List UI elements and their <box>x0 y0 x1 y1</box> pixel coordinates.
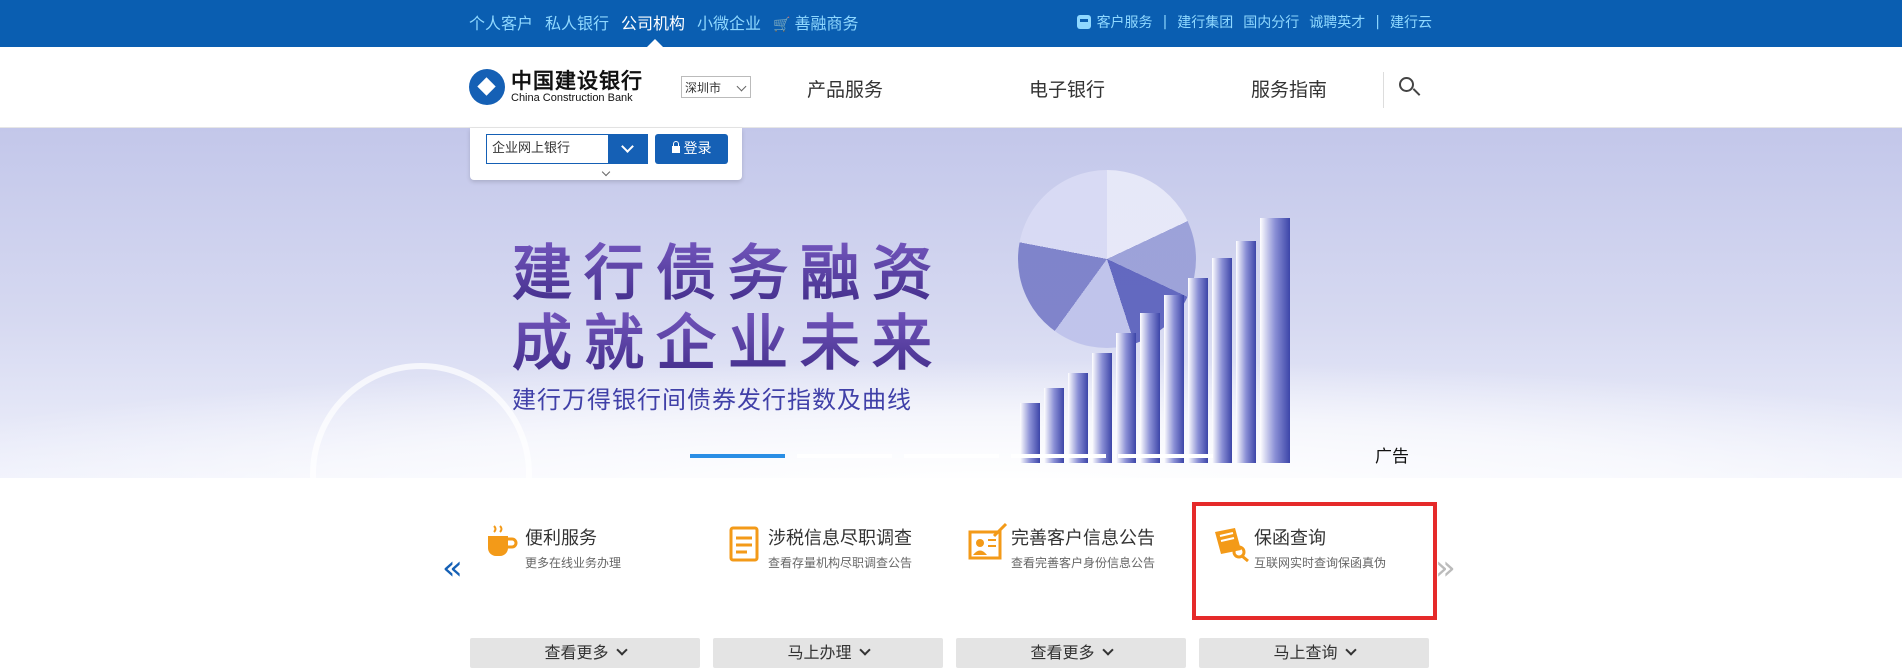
banner-swoosh <box>0 358 1902 478</box>
logo-text: 中国建设银行 China Construction Bank <box>511 70 643 104</box>
chevron-down-icon[interactable] <box>601 167 611 177</box>
nav-personal[interactable]: 个人客户 <box>469 10 533 34</box>
button-label: 查看更多 <box>544 643 609 662</box>
logo-name-cn: 中国建设银行 <box>511 69 643 93</box>
customer-service-label: 客户服务 <box>1096 15 1153 31</box>
document-icon <box>729 526 759 562</box>
cart-icon: 🛒 <box>773 17 791 33</box>
top-bar: 个人客户 私人银行 公司机构 小微企业 🛒 善融商务 客户服务 | 建行集团 国内… <box>0 0 1902 47</box>
nav-e-banking[interactable]: 电子银行 <box>1029 75 1105 102</box>
query-now-button[interactable]: 马上查询 <box>1199 638 1429 668</box>
service-title[interactable]: 便利服务 <box>525 524 597 550</box>
service-desc: 查看存量机构尽职调查公告 <box>768 556 913 570</box>
ccb-group-link[interactable]: 建行集团 <box>1177 12 1233 32</box>
carousel-dot[interactable] <box>1011 454 1106 458</box>
customer-service-link[interactable]: 客户服务 <box>1076 12 1153 32</box>
promo-banner[interactable]: 建行债务融资 成就企业未来 建行万得银行间债券发行指数及曲线 广告 <box>0 128 1902 478</box>
nav-shanrong-label: 善融商务 <box>794 14 859 33</box>
nav-corporate[interactable]: 公司机构 <box>621 10 685 34</box>
proceed-button[interactable]: 马上办理 <box>713 638 943 668</box>
ccb-logo-icon <box>469 69 505 105</box>
utility-nav: 客户服务 | 建行集团 国内分行 诚聘英才 | 建行云 <box>1076 0 1432 44</box>
chevron-down-icon <box>858 644 871 656</box>
highlight-box <box>1192 502 1437 620</box>
view-more-button[interactable]: 查看更多 <box>470 638 700 668</box>
carousel-dot[interactable] <box>690 454 785 458</box>
service-desc: 更多在线业务办理 <box>525 556 622 570</box>
banner-title-line2: 成就企业未来 <box>512 295 944 382</box>
divider <box>1383 72 1384 108</box>
city-value: 深圳市 <box>685 81 722 95</box>
login-button[interactable]: 登录 <box>655 134 728 164</box>
chevron-down-icon <box>615 644 628 656</box>
ccb-cloud-link[interactable]: 建行云 <box>1390 12 1432 32</box>
banner-bar-graphic <box>1010 173 1350 463</box>
divider: | <box>1375 14 1380 30</box>
button-label: 查看更多 <box>1030 643 1095 662</box>
carousel-indicators <box>690 454 1213 458</box>
chevron-down-icon <box>736 81 747 92</box>
nav-service-guide[interactable]: 服务指南 <box>1251 75 1327 102</box>
service-title[interactable]: 涉税信息尽职调查 <box>768 524 912 550</box>
ccb-logo[interactable]: 中国建设银行 China Construction Bank <box>469 69 643 105</box>
nav-private-banking[interactable]: 私人银行 <box>545 10 609 34</box>
chevron-down-icon <box>1101 644 1114 656</box>
nav-shanrong[interactable]: 🛒 善融商务 <box>773 10 858 34</box>
button-label: 马上办理 <box>787 643 852 662</box>
lock-icon <box>671 141 680 153</box>
customer-type-nav: 个人客户 私人银行 公司机构 小微企业 🛒 善融商务 <box>469 0 859 44</box>
service-desc: 查看完善客户身份信息公告 <box>1011 556 1156 570</box>
ad-label: 广告 <box>1375 447 1409 467</box>
banner-subtitle: 建行万得银行间债券发行指数及曲线 <box>512 386 912 414</box>
city-select[interactable]: 深圳市 <box>681 76 751 98</box>
id-card-edit-icon <box>968 522 1008 560</box>
nav-small-business[interactable]: 小微企业 <box>697 10 761 34</box>
login-type-select[interactable]: 企业网上银行 <box>486 134 610 164</box>
carousel-dot[interactable] <box>797 454 892 458</box>
carousel-prev-button[interactable]: « <box>442 548 463 588</box>
coffee-cup-icon <box>488 525 518 556</box>
main-header: 中国建设银行 China Construction Bank 深圳市 产品服务 … <box>0 47 1902 128</box>
nav-products[interactable]: 产品服务 <box>807 75 883 102</box>
active-tab-caret <box>647 39 663 47</box>
login-panel: 企业网上银行 登录 <box>470 128 742 180</box>
domestic-branches-link[interactable]: 国内分行 <box>1243 12 1299 32</box>
careers-link[interactable]: 诚聘英才 <box>1309 12 1365 32</box>
search-icon[interactable] <box>1399 77 1421 97</box>
chevron-down-icon[interactable] <box>608 134 648 164</box>
divider: | <box>1162 14 1168 30</box>
login-button-label: 登录 <box>683 141 712 157</box>
view-more-button[interactable]: 查看更多 <box>956 638 1186 668</box>
services-carousel: « » 便利服务 更多在线业务办理 查看更多 涉税信息尽职调查 查看存量机构尽职… <box>0 478 1902 668</box>
robot-icon <box>1076 15 1091 29</box>
logo-name-en: China Construction Bank <box>511 92 633 104</box>
chevron-down-icon <box>1344 644 1357 656</box>
carousel-dot[interactable] <box>1118 454 1213 458</box>
service-title[interactable]: 完善客户信息公告 <box>1011 524 1155 550</box>
button-label: 马上查询 <box>1273 643 1338 662</box>
carousel-dot[interactable] <box>904 454 999 458</box>
carousel-next-button[interactable]: » <box>1435 548 1456 588</box>
